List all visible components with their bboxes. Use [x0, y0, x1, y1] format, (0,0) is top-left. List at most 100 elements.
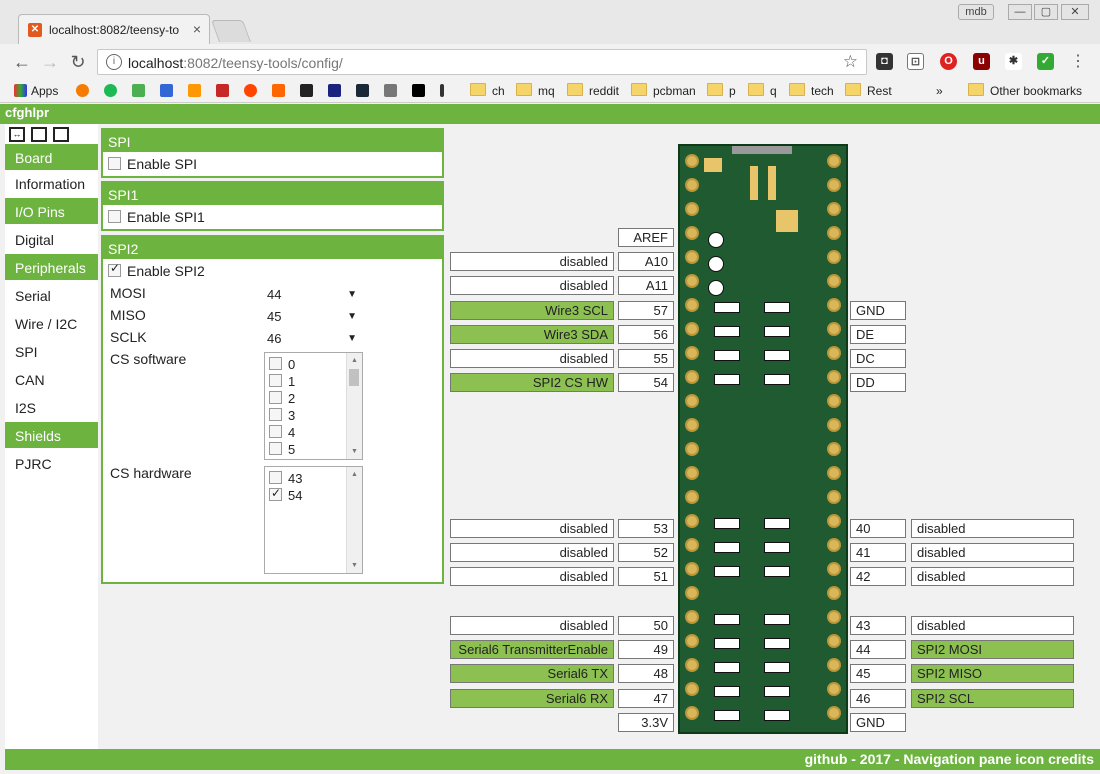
folder-icon	[567, 83, 583, 96]
pin-51-function[interactable]: disabled	[450, 567, 614, 586]
sidebar-item-serial[interactable]: Serial	[5, 282, 98, 308]
bookmark-spotify[interactable]	[104, 82, 121, 100]
close-tab-icon[interactable]: ×	[193, 21, 201, 37]
checkmark-extension-icon[interactable]: ✓	[1037, 53, 1054, 70]
pin-54-function[interactable]: SPI2 CS HW	[450, 373, 614, 392]
bookmark-folder-q[interactable]: q	[748, 82, 777, 100]
menu-icon[interactable]: ⋮	[1068, 52, 1088, 72]
maximize-icon[interactable]: ▢	[1034, 4, 1058, 20]
new-tab-button[interactable]	[210, 20, 252, 42]
sidebar-item-wire-i2c[interactable]: Wire / I2C	[5, 310, 98, 336]
duplicate-icon[interactable]	[31, 127, 47, 142]
pin-53-function[interactable]: disabled	[450, 519, 614, 538]
folder-icon	[748, 83, 764, 96]
pin-55-function[interactable]: disabled	[450, 349, 614, 368]
pin-47-function[interactable]: Serial6 RX	[450, 689, 614, 708]
pin-46-function[interactable]: SPI2 SCL	[911, 689, 1074, 708]
bookmark-folder-ch[interactable]: ch	[470, 82, 505, 100]
forward-arrow-icon[interactable]: →	[40, 52, 60, 72]
bookmark-star-icon[interactable]: ☆	[843, 52, 858, 72]
ant-extension-icon[interactable]: ✱	[1005, 53, 1022, 70]
pin-a10-function[interactable]: disabled	[450, 252, 614, 271]
profile-button[interactable]: mdb	[958, 4, 994, 20]
pin-57-function[interactable]: Wire3 SCL	[450, 301, 614, 320]
smd-pad	[714, 326, 740, 337]
browser-tab-active[interactable]: ✕ localhost:8082/teensy-to ×	[18, 14, 210, 44]
cast-icon[interactable]: ⊡	[907, 53, 924, 70]
pin-a11-function[interactable]: disabled	[450, 276, 614, 295]
bookmark-folder-other[interactable]: Other bookmarks	[968, 82, 1082, 100]
enable-spi2-checkbox[interactable]	[108, 261, 121, 277]
bookmark-icon-5[interactable]	[188, 82, 205, 100]
bookmark-folder-p[interactable]: p	[707, 82, 736, 100]
bookmark-icon-3[interactable]	[132, 82, 149, 100]
bookmark-icon-12[interactable]	[384, 82, 401, 100]
pin-44-function[interactable]: SPI2 MOSI	[911, 640, 1074, 659]
bookmark-folder-pcbman[interactable]: pcbman	[631, 82, 696, 100]
enable-spi1-checkbox[interactable]	[108, 210, 121, 223]
smd-pad	[714, 662, 740, 673]
split-view-icon[interactable]	[53, 127, 69, 142]
bookmark-folder-reddit[interactable]: reddit	[567, 82, 619, 100]
bookmark-reddit[interactable]	[244, 82, 261, 100]
pin-42-function[interactable]: disabled	[911, 567, 1074, 586]
bookmark-folder-mq[interactable]: mq	[516, 82, 555, 100]
pin-56-function[interactable]: Wire3 SDA	[450, 325, 614, 344]
sidebar-item-pjrc[interactable]: PJRC	[5, 450, 98, 476]
address-bar[interactable]: i localhost:8082/teensy-tools/config/ ☆	[97, 49, 867, 75]
extension-icon[interactable]: ◘	[876, 53, 893, 70]
pin-41-function[interactable]: disabled	[911, 543, 1074, 562]
ublock-icon[interactable]: u	[973, 53, 990, 70]
bookmark-icon-9[interactable]	[300, 82, 317, 100]
dark-site-icon	[300, 84, 313, 97]
cs-hardware-list[interactable]: 43 54 ▲▼	[264, 466, 363, 574]
bookmark-icon-10[interactable]	[328, 82, 345, 100]
pin-40-function[interactable]: disabled	[911, 519, 1074, 538]
bookmark-folder-rest[interactable]: Rest	[845, 82, 892, 100]
pin-50-function[interactable]: disabled	[450, 616, 614, 635]
enable-spi1-row[interactable]: Enable SPI1	[103, 205, 442, 229]
pin-pad	[685, 154, 699, 168]
bookmarks-overflow-icon[interactable]: »	[936, 82, 943, 100]
mosi-select[interactable]: 44 ▼	[263, 286, 361, 304]
bookmark-icon-14[interactable]	[440, 82, 448, 100]
pin-52-function[interactable]: disabled	[450, 543, 614, 562]
enable-spi-checkbox[interactable]	[108, 157, 121, 170]
spi2-panel-title: SPI2	[103, 237, 442, 259]
fit-width-icon[interactable]: ↔	[9, 127, 25, 142]
apps-grid-icon	[14, 84, 27, 97]
sidebar-item-spi[interactable]: SPI	[5, 338, 98, 364]
scrollbar[interactable]: ▲ ▼	[346, 353, 362, 459]
minimize-icon[interactable]: —	[1008, 4, 1032, 20]
opera-extension-icon[interactable]: O	[940, 53, 957, 70]
bookmark-icon-6[interactable]	[216, 82, 233, 100]
pin-43-function[interactable]: disabled	[911, 616, 1074, 635]
bookmark-icon-13[interactable]	[412, 82, 429, 100]
sidebar-item-can[interactable]: CAN	[5, 366, 98, 392]
pin-45-function[interactable]: SPI2 MISO	[911, 664, 1074, 683]
sidebar-item-i2s[interactable]: I2S	[5, 394, 98, 420]
pin-pad	[685, 178, 699, 192]
sidebar-item-digital[interactable]: Digital	[5, 226, 98, 252]
miso-select[interactable]: 45 ▼	[263, 308, 361, 326]
scrollbar[interactable]: ▲ ▼	[346, 467, 362, 573]
bookmark-apps[interactable]: Apps	[14, 82, 58, 100]
bookmark-steam[interactable]	[356, 82, 373, 100]
back-arrow-icon[interactable]: ←	[12, 52, 32, 72]
pin-49-function[interactable]: Serial6 TransmitterEnable	[450, 640, 614, 659]
bookmark-folder-tech[interactable]: tech	[789, 82, 834, 100]
bookmark-icon-1[interactable]	[76, 82, 93, 100]
bookmark-ycombinator[interactable]	[272, 82, 289, 100]
enable-spi-row[interactable]: Enable SPI	[103, 152, 442, 176]
bookmark-mail[interactable]	[160, 82, 177, 100]
info-icon[interactable]: i	[106, 54, 122, 70]
pin-48-function[interactable]: Serial6 TX	[450, 664, 614, 683]
sclk-select[interactable]: 46 ▼	[263, 330, 361, 348]
enable-spi2-row[interactable]: Enable SPI2	[108, 261, 205, 279]
footer-credits-link[interactable]: github - 2017 - Navigation pane icon cre…	[805, 751, 1094, 767]
smd-pad	[764, 350, 790, 361]
reload-icon[interactable]: ↻	[68, 52, 88, 72]
cs-software-list[interactable]: 0 1 2 3 4 5 ▲ ▼	[264, 352, 363, 460]
close-window-icon[interactable]: ✕	[1061, 4, 1089, 20]
sidebar-item-information[interactable]: Information	[5, 170, 98, 196]
